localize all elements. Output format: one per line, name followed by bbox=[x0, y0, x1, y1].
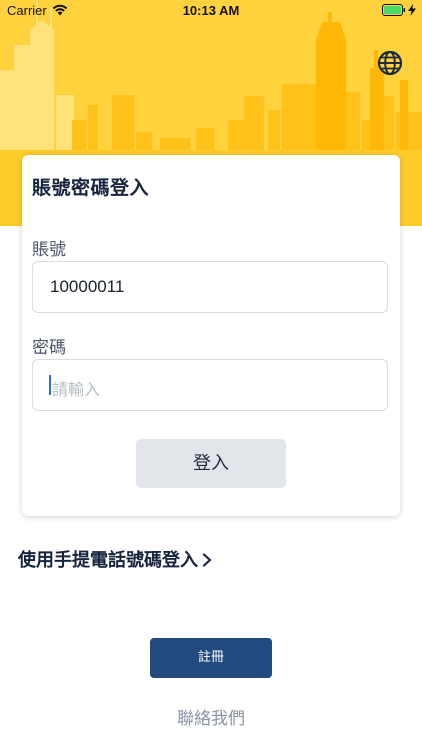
charging-bolt-icon bbox=[408, 4, 416, 16]
card-title: 賬號密碼登入 bbox=[32, 177, 150, 199]
login-card: 賬號密碼登入 賬號 10000011 密碼 請輸入 登入 bbox=[22, 155, 400, 516]
password-field[interactable]: 請輸入 bbox=[32, 359, 388, 411]
battery-icon bbox=[382, 4, 406, 16]
password-label: 密碼 bbox=[32, 338, 66, 358]
register-button[interactable]: 註冊 bbox=[150, 638, 272, 678]
clock-time: 10:13 AM bbox=[182, 3, 240, 18]
text-cursor bbox=[49, 375, 51, 395]
status-bar: Carrier 10:13 AM bbox=[0, 0, 422, 22]
globe-icon[interactable] bbox=[376, 49, 404, 77]
phone-login-link[interactable]: 使用手提電話號碼登入 bbox=[18, 546, 212, 572]
account-field[interactable]: 10000011 bbox=[32, 261, 388, 313]
contact-us-link[interactable]: 聯絡我們 bbox=[0, 704, 422, 729]
login-button[interactable]: 登入 bbox=[136, 439, 286, 488]
phone-login-label: 使用手提電話號碼登入 bbox=[18, 550, 198, 571]
password-placeholder: 請輸入 bbox=[52, 380, 101, 399]
account-label: 賬號 bbox=[32, 240, 66, 260]
account-value: 10000011 bbox=[50, 277, 125, 296]
chevron-right-icon bbox=[202, 553, 212, 567]
